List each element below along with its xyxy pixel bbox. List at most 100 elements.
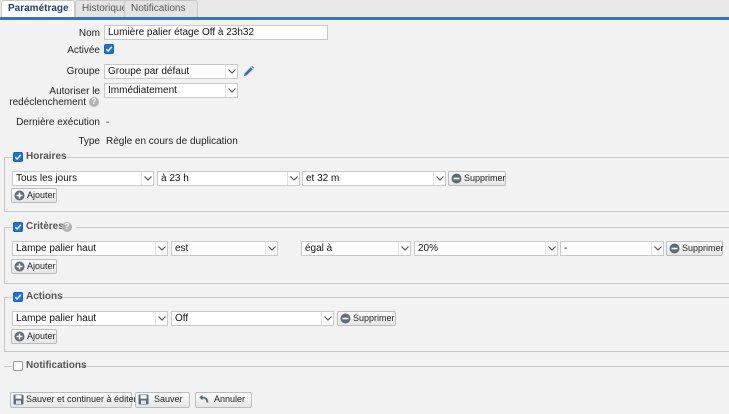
type-label: Type (78, 136, 100, 147)
days-select-value: Tous les jours (16, 173, 78, 184)
chevron-down-icon (545, 242, 557, 255)
criteres-add-button[interactable]: Ajouter (11, 259, 57, 274)
tab-bar: Paramétrage Historique Notifications (0, 0, 729, 20)
fieldset-border (4, 227, 5, 283)
chevron-down-icon (155, 312, 167, 325)
horaires-add-button[interactable]: Ajouter (11, 188, 57, 203)
minus-circle-icon (669, 243, 680, 254)
notifications-checkbox[interactable] (13, 361, 23, 371)
fieldset-border (4, 366, 12, 367)
name-label: Nom (78, 28, 100, 39)
criteria-verb-select[interactable]: est (171, 241, 278, 256)
group-select[interactable]: Groupe par défaut (104, 64, 238, 79)
chevron-down-icon (398, 242, 410, 255)
action-type-value: Off (175, 313, 189, 324)
criteres-legend: Critères (26, 221, 64, 232)
minus-circle-icon (451, 173, 462, 184)
undo-arrow-icon (199, 394, 209, 403)
horaires-legend: Horaires (26, 151, 67, 162)
type-value: Règle en cours de duplication (106, 136, 238, 147)
fieldset-border (76, 227, 729, 228)
fieldset-border (80, 366, 729, 367)
notifications-legend: Notifications (26, 360, 87, 371)
chevron-down-icon (651, 242, 663, 255)
retrigger-select[interactable]: Immédiatement (104, 83, 238, 98)
chevron-down-icon (155, 242, 167, 255)
save-button[interactable]: Sauver (135, 392, 190, 408)
fieldset-border (4, 211, 729, 212)
criteria-verb-value: est (175, 243, 189, 254)
edit-pencil-icon[interactable] (242, 65, 255, 78)
criteres-remove-button[interactable]: Supprimer (666, 241, 724, 256)
chevron-down-icon (321, 312, 333, 325)
save-label: Sauver (154, 394, 183, 404)
chevron-down-icon (265, 242, 277, 255)
fieldset-border (4, 157, 12, 158)
active-checkbox[interactable] (104, 44, 114, 54)
actions-checkbox[interactable] (13, 292, 23, 302)
last-exec-label: Dernière exécution (16, 117, 100, 128)
criteria-extra-select[interactable]: - (560, 241, 664, 256)
criteres-checkbox[interactable] (13, 222, 23, 232)
cancel-button[interactable]: Annuler (195, 392, 252, 408)
chevron-down-icon (225, 65, 237, 78)
hour-select[interactable]: à 23 h (157, 171, 300, 186)
tab-parametrage[interactable]: Paramétrage (1, 0, 75, 17)
plus-circle-icon (14, 331, 25, 342)
chevron-down-icon (141, 172, 153, 185)
save-continue-button[interactable]: Sauver et continuer à éditer (10, 392, 137, 408)
criteria-value-select[interactable]: 20% (414, 241, 558, 256)
help-icon[interactable]: ? (89, 97, 99, 107)
horaires-checkbox[interactable] (13, 152, 23, 162)
criteria-operator-select[interactable]: égal à (301, 241, 411, 256)
fieldset-border (4, 227, 12, 228)
horaires-remove-button[interactable]: Supprimer (448, 171, 506, 186)
criteria-operator-value: égal à (305, 243, 333, 254)
minus-circle-icon (340, 313, 351, 324)
fieldset-border (4, 157, 5, 211)
minute-select[interactable]: et 32 m (302, 171, 446, 186)
actions-remove-button[interactable]: Supprimer (337, 311, 396, 326)
cancel-label: Annuler (214, 394, 246, 404)
horaires-add-label: Ajouter (27, 190, 56, 200)
criteria-device-select[interactable]: Lampe palier haut (12, 241, 168, 256)
fieldset-border (4, 283, 729, 284)
chevron-down-icon (433, 172, 445, 185)
chevron-down-icon (225, 84, 237, 97)
group-select-value: Groupe par défaut (108, 66, 190, 77)
actions-legend: Actions (26, 291, 63, 302)
hour-select-value: à 23 h (161, 173, 189, 184)
floppy-disk-icon (138, 394, 149, 405)
criteres-remove-label: Supprimer (682, 243, 724, 253)
horaires-remove-label: Supprimer (464, 173, 506, 183)
actions-add-label: Ajouter (27, 331, 56, 341)
save-continue-label: Sauver et continuer à éditer (26, 394, 137, 404)
last-exec-value: - (106, 117, 110, 128)
fieldset-border (60, 297, 729, 298)
fieldset-border (4, 297, 5, 351)
name-input[interactable]: Lumière palier étage Off à 23h32 (104, 25, 328, 40)
tab-notifications[interactable]: Notifications (124, 0, 198, 17)
criteria-extra-value: - (564, 243, 568, 254)
fieldset-border (4, 351, 729, 352)
chevron-down-icon (287, 172, 299, 185)
help-icon[interactable]: ? (62, 222, 72, 232)
plus-circle-icon (14, 261, 25, 272)
active-label: Activée (67, 45, 100, 56)
plus-circle-icon (14, 190, 25, 201)
fieldset-border (66, 157, 729, 158)
retrigger-label-line2: redéclenchement (9, 97, 86, 108)
action-device-value: Lampe palier haut (16, 313, 97, 324)
action-device-select[interactable]: Lampe palier haut (12, 311, 168, 326)
days-select[interactable]: Tous les jours (12, 171, 154, 186)
actions-add-button[interactable]: Ajouter (11, 329, 57, 344)
retrigger-select-value: Immédiatement (108, 85, 177, 96)
action-type-select[interactable]: Off (171, 311, 334, 326)
group-label: Groupe (66, 66, 100, 77)
criteria-device-value: Lampe palier haut (16, 243, 97, 254)
floppy-disk-icon (13, 394, 24, 405)
criteria-value-value: 20% (418, 243, 439, 254)
actions-remove-label: Supprimer (353, 313, 395, 323)
criteres-add-label: Ajouter (27, 261, 56, 271)
fieldset-border (4, 297, 12, 298)
